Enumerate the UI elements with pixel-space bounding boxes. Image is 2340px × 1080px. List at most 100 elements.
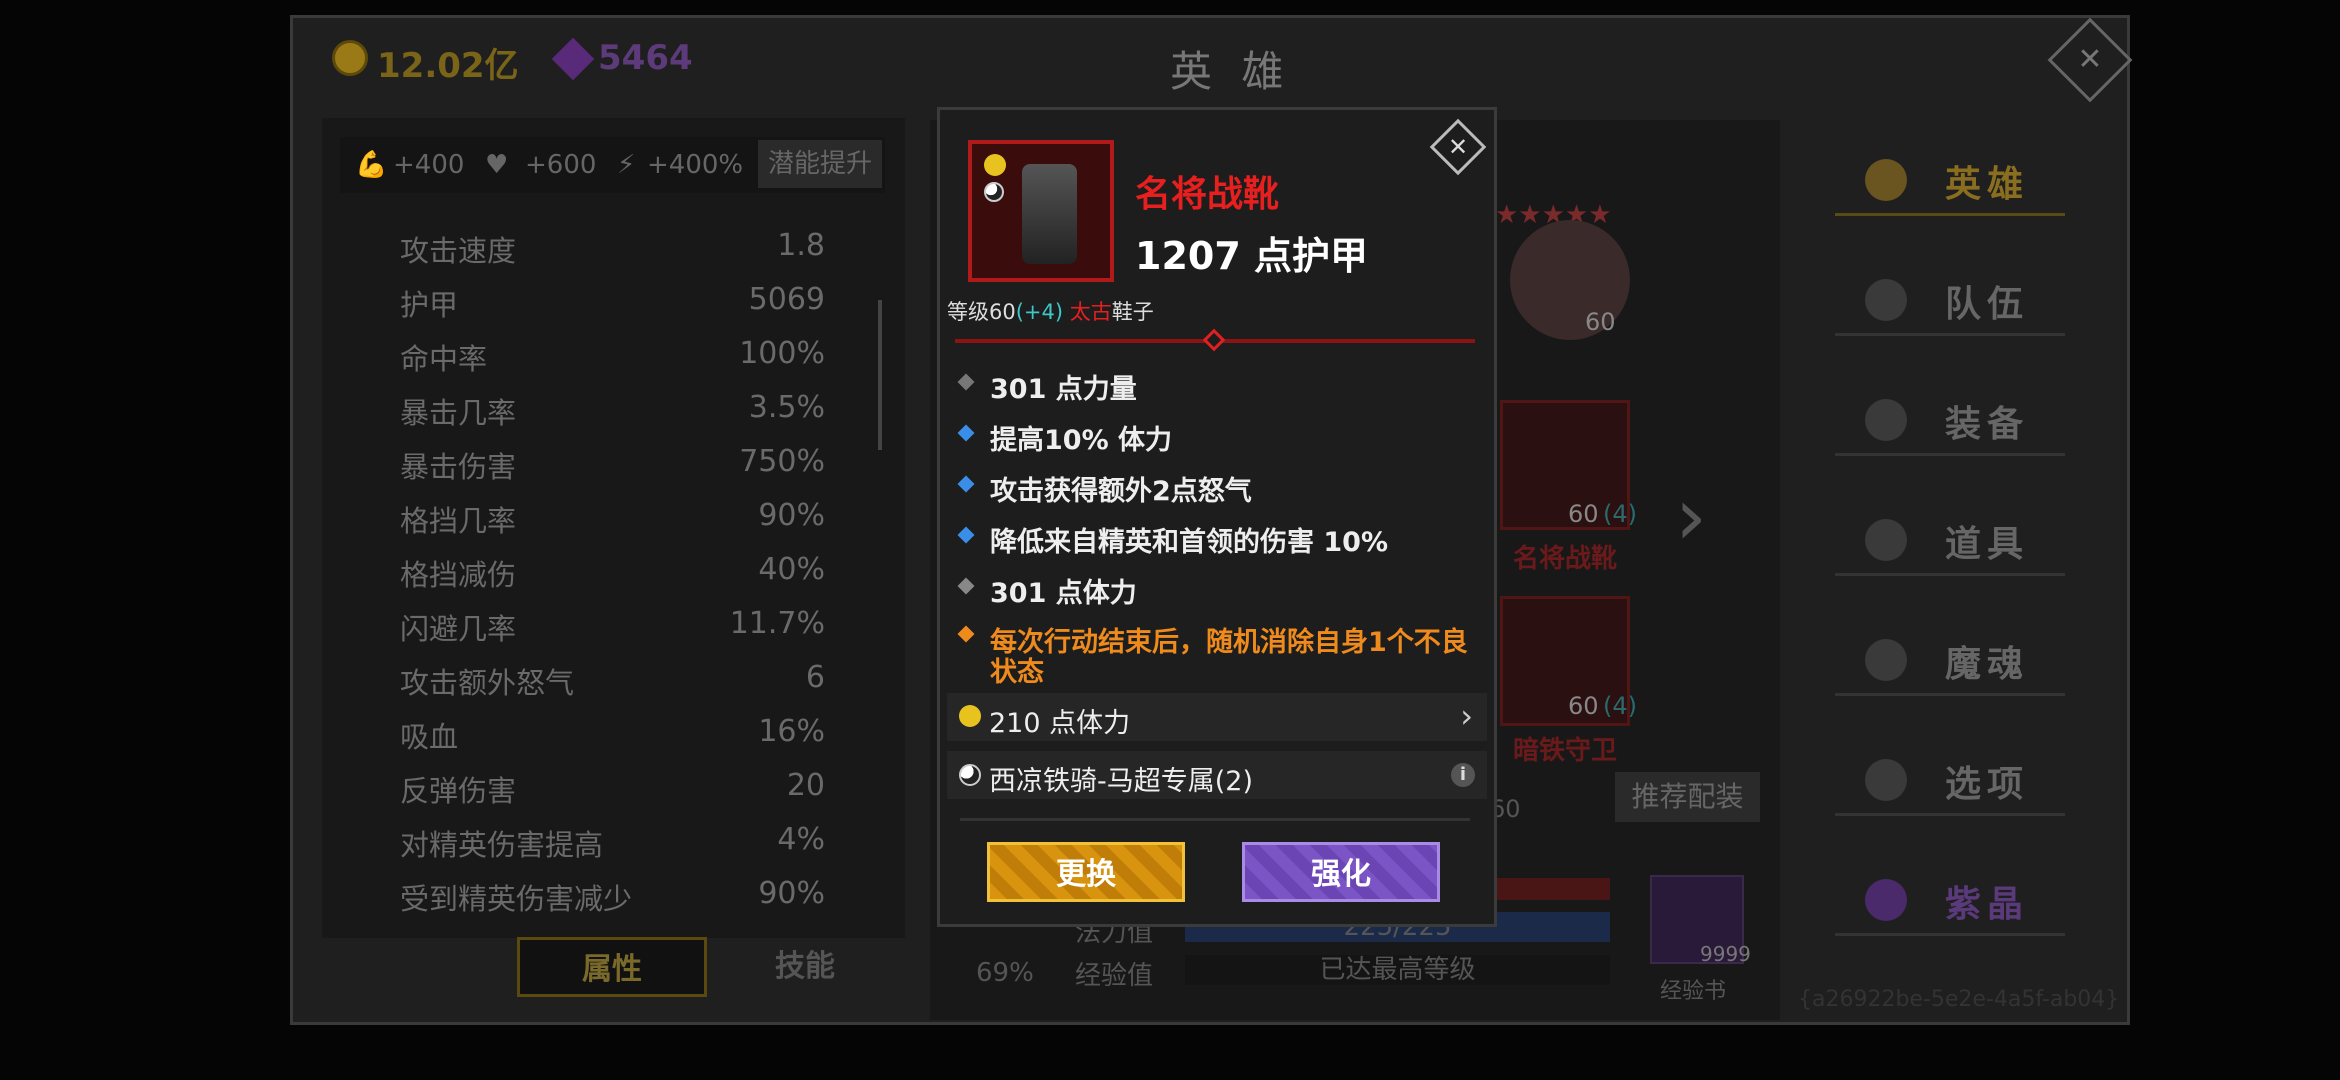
stat-label: 暴击几率 [400, 396, 517, 430]
nav-item[interactable]: 选项 [1835, 745, 2065, 816]
stat-label: 对精英伤害提高 [400, 828, 604, 862]
hero-level: 60 [1585, 308, 1616, 336]
set-bonus-text: 西凉铁骑-马超专属(2) [989, 766, 1253, 797]
set-bonus-row[interactable]: 西凉铁骑-马超专属(2) i [947, 751, 1487, 799]
item-level: 等级60 [947, 300, 1016, 324]
stat-value: 90% [758, 876, 825, 911]
nav-label: 紫晶 [1945, 884, 2030, 925]
stat-label: 闪避几率 [400, 612, 517, 646]
strength-buff: +400 [393, 150, 465, 180]
gem-socket-icon [984, 154, 1006, 176]
stat-value: 11.7% [729, 606, 825, 641]
page-title: 英 雄 [1170, 47, 1292, 96]
id-text: {a26922be-5e2e-4a5f-ab04} [1798, 987, 2120, 1012]
nav-icon [1865, 519, 1907, 561]
nav-item[interactable]: 装备 [1835, 385, 2065, 456]
stat-value: 750% [739, 444, 825, 479]
nav-item[interactable]: 道具 [1835, 505, 2065, 576]
special-prop-line2: 状态 [990, 657, 1044, 688]
nav-underline [1835, 573, 2065, 576]
game-screen: 12.02亿 5464 英 雄 ✕ 💪 +400 ♥ +600 ⚡ +400% … [0, 0, 2340, 1080]
health-buff: +600 [525, 150, 597, 180]
nav-icon [1865, 639, 1907, 681]
item-property: 301 点体力 [990, 578, 1137, 609]
exp-book-label: 经验书 [1660, 979, 1727, 1004]
item-level-line: 等级60(+4) 太古鞋子 [947, 296, 1154, 326]
boots-slot-name: 名将战靴 [1513, 544, 1618, 574]
special-prop-line1: 每次行动结束后，随机消除自身1个不良 [990, 627, 1468, 658]
boots-slot-plus: (4) [1603, 500, 1637, 528]
boots-graphic [1022, 164, 1077, 264]
nav-label: 魔魂 [1945, 644, 2030, 685]
swap-button[interactable]: 更换 [987, 842, 1185, 902]
stat-label: 受到精英伤害减少 [400, 882, 633, 916]
nav-underline [1835, 933, 2065, 936]
chevron-right-icon: › [1460, 697, 1473, 735]
percent-value: 69% [976, 958, 1034, 988]
stat-label: 攻击额外怒气 [400, 666, 575, 700]
stat-label: 反弹伤害 [400, 774, 517, 808]
stat-label: 格挡几率 [400, 504, 517, 538]
nav-underline [1835, 333, 2065, 336]
nav-underline [1835, 813, 2065, 816]
gem-socket-row[interactable]: 210 点体力 › [947, 693, 1487, 741]
nav-underline [1835, 453, 2065, 456]
stat-value: 5069 [748, 282, 825, 317]
stat-label: 命中率 [400, 342, 488, 376]
nav-icon [1865, 399, 1907, 441]
boots-slot-level: 60 [1568, 500, 1599, 528]
stat-value: 90% [758, 498, 825, 533]
item-rarity: 太古 [1069, 300, 1112, 324]
tab-skills[interactable]: 技能 [710, 937, 900, 997]
nav-label: 英雄 [1945, 164, 2030, 205]
dialog-bottom-divider [960, 818, 1470, 821]
potential-upgrade-button[interactable]: 潜能提升 [758, 140, 882, 188]
stat-value: 40% [758, 552, 825, 587]
exp-label: 经验值 [1075, 961, 1154, 991]
close-icon: ✕ [1447, 133, 1469, 161]
recommend-build-button[interactable]: 推荐配装 [1615, 772, 1760, 822]
nav-item[interactable]: 英雄 [1835, 145, 2065, 216]
nav-item[interactable]: 紫晶 [1835, 865, 2065, 936]
stat-label: 护甲 [400, 288, 459, 322]
close-icon: ✕ [2077, 42, 2103, 77]
stat-value: 100% [739, 336, 825, 371]
armor-slot-plus: (4) [1603, 692, 1637, 720]
nav-label: 装备 [1945, 404, 2030, 445]
stats-scrollbar[interactable] [878, 300, 882, 450]
info-icon[interactable]: i [1451, 763, 1475, 787]
armor-slot-level: 60 [1568, 692, 1599, 720]
item-property: 攻击获得额外2点怒气 [990, 476, 1252, 507]
item-level-bonus: (+4) [1015, 300, 1064, 324]
nav-item[interactable]: 魔魂 [1835, 625, 2065, 696]
yin-yang-icon [959, 764, 981, 786]
stat-label: 格挡减伤 [400, 558, 517, 592]
item-property: 降低来自精英和首领的伤害 10% [990, 527, 1389, 558]
nav-label: 队伍 [1945, 284, 2030, 325]
stat-value: 6 [805, 660, 825, 695]
armor-slot-name: 暗铁守卫 [1513, 736, 1618, 766]
upgrade-button[interactable]: 强化 [1242, 842, 1440, 902]
nav-icon [1865, 159, 1907, 201]
energy-buff: +400% [647, 150, 744, 180]
nav-icon [1865, 759, 1907, 801]
lightning-icon: ⚡ [617, 150, 636, 180]
item-armor: 1207 点护甲 [1135, 234, 1368, 278]
nav-label: 选项 [1945, 764, 2030, 805]
next-arrow-icon[interactable]: › [1675, 470, 1707, 563]
nav-underline [1835, 693, 2065, 696]
nav-underline [1835, 213, 2065, 216]
nav-item[interactable]: 队伍 [1835, 265, 2065, 336]
stat-value: 3.5% [748, 390, 825, 425]
nav-icon [1865, 279, 1907, 321]
heart-icon: ♥ [485, 150, 509, 180]
strength-icon: 💪 [355, 150, 388, 180]
tab-attributes[interactable]: 属性 [517, 937, 707, 997]
item-icon [968, 140, 1114, 282]
exp-bar: 已达最高等级 [1185, 955, 1610, 985]
item-property: 提高10% 体力 [990, 425, 1173, 456]
item-name: 名将战靴 [1135, 174, 1280, 215]
nav-label: 道具 [1945, 524, 2030, 565]
stat-label: 暴击伤害 [400, 450, 517, 484]
gold-amount: 12.02亿 [377, 46, 519, 86]
